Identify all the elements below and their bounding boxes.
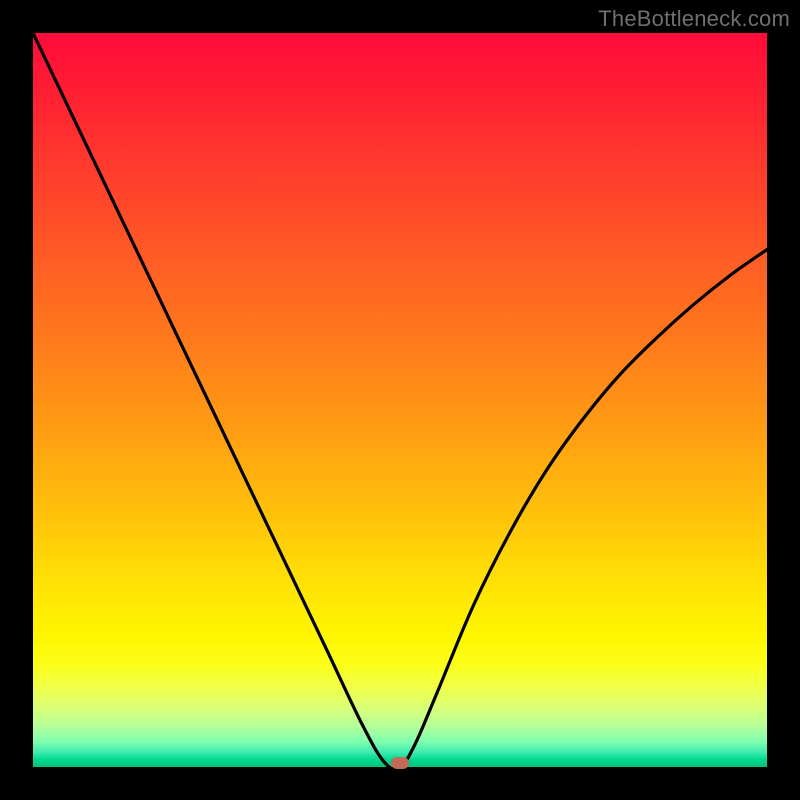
watermark-text: TheBottleneck.com — [598, 6, 790, 32]
minimum-marker — [391, 757, 409, 769]
bottleneck-curve — [33, 33, 767, 767]
curve-path — [33, 33, 767, 769]
chart-plot-area — [33, 33, 767, 767]
chart-frame: TheBottleneck.com — [0, 0, 800, 800]
